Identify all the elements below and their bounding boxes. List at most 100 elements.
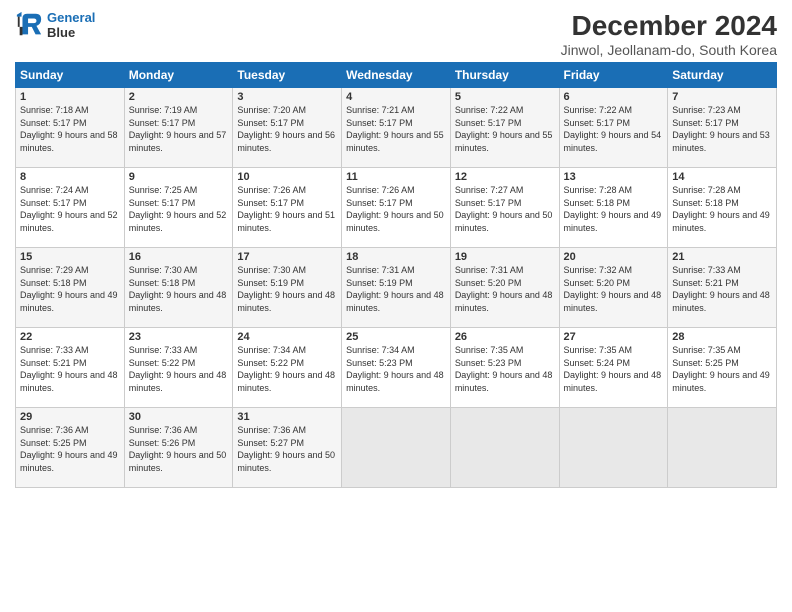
calendar-day-cell: 28Sunrise: 7:35 AMSunset: 5:25 PMDayligh… — [668, 328, 777, 408]
day-number: 15 — [20, 251, 120, 263]
day-info: Sunrise: 7:23 AMSunset: 5:17 PMDaylight:… — [672, 104, 772, 154]
calendar-day-cell: 8Sunrise: 7:24 AMSunset: 5:17 PMDaylight… — [16, 168, 125, 248]
calendar-week-row: 8Sunrise: 7:24 AMSunset: 5:17 PMDaylight… — [16, 168, 777, 248]
day-number: 4 — [346, 91, 446, 103]
day-number: 1 — [20, 91, 120, 103]
day-info: Sunrise: 7:35 AMSunset: 5:25 PMDaylight:… — [672, 344, 772, 394]
calendar-day-cell: 9Sunrise: 7:25 AMSunset: 5:17 PMDaylight… — [124, 168, 233, 248]
day-info: Sunrise: 7:35 AMSunset: 5:24 PMDaylight:… — [564, 344, 664, 394]
day-number: 23 — [129, 331, 229, 343]
calendar-day-cell: 17Sunrise: 7:30 AMSunset: 5:19 PMDayligh… — [233, 248, 342, 328]
calendar-day-cell: 24Sunrise: 7:34 AMSunset: 5:22 PMDayligh… — [233, 328, 342, 408]
title-block: December 2024 Jinwol, Jeollanam-do, Sout… — [561, 10, 777, 58]
calendar-day-cell: 18Sunrise: 7:31 AMSunset: 5:19 PMDayligh… — [342, 248, 451, 328]
day-number: 26 — [455, 331, 555, 343]
day-of-week-header: Tuesday — [233, 63, 342, 88]
calendar-day-cell: 13Sunrise: 7:28 AMSunset: 5:18 PMDayligh… — [559, 168, 668, 248]
calendar-day-cell: 1Sunrise: 7:18 AMSunset: 5:17 PMDaylight… — [16, 88, 125, 168]
calendar-day-cell: 27Sunrise: 7:35 AMSunset: 5:24 PMDayligh… — [559, 328, 668, 408]
day-number: 6 — [564, 91, 664, 103]
calendar-day-cell: 15Sunrise: 7:29 AMSunset: 5:18 PMDayligh… — [16, 248, 125, 328]
calendar-day-cell — [559, 408, 668, 488]
day-info: Sunrise: 7:28 AMSunset: 5:18 PMDaylight:… — [564, 184, 664, 234]
day-info: Sunrise: 7:34 AMSunset: 5:23 PMDaylight:… — [346, 344, 446, 394]
calendar-day-cell: 19Sunrise: 7:31 AMSunset: 5:20 PMDayligh… — [450, 248, 559, 328]
calendar-day-cell: 23Sunrise: 7:33 AMSunset: 5:22 PMDayligh… — [124, 328, 233, 408]
day-info: Sunrise: 7:26 AMSunset: 5:17 PMDaylight:… — [346, 184, 446, 234]
day-number: 18 — [346, 251, 446, 263]
day-number: 5 — [455, 91, 555, 103]
day-info: Sunrise: 7:18 AMSunset: 5:17 PMDaylight:… — [20, 104, 120, 154]
day-number: 11 — [346, 171, 446, 183]
page-container: General Blue December 2024 Jinwol, Jeoll… — [0, 0, 792, 493]
calendar-day-cell: 7Sunrise: 7:23 AMSunset: 5:17 PMDaylight… — [668, 88, 777, 168]
day-info: Sunrise: 7:19 AMSunset: 5:17 PMDaylight:… — [129, 104, 229, 154]
subtitle: Jinwol, Jeollanam-do, South Korea — [561, 42, 777, 58]
calendar-day-cell: 31Sunrise: 7:36 AMSunset: 5:27 PMDayligh… — [233, 408, 342, 488]
day-of-week-header: Sunday — [16, 63, 125, 88]
header: General Blue December 2024 Jinwol, Jeoll… — [15, 10, 777, 58]
calendar-day-cell: 3Sunrise: 7:20 AMSunset: 5:17 PMDaylight… — [233, 88, 342, 168]
day-info: Sunrise: 7:32 AMSunset: 5:20 PMDaylight:… — [564, 264, 664, 314]
calendar-day-cell: 29Sunrise: 7:36 AMSunset: 5:25 PMDayligh… — [16, 408, 125, 488]
day-info: Sunrise: 7:33 AMSunset: 5:21 PMDaylight:… — [672, 264, 772, 314]
day-of-week-header: Thursday — [450, 63, 559, 88]
day-number: 9 — [129, 171, 229, 183]
day-info: Sunrise: 7:35 AMSunset: 5:23 PMDaylight:… — [455, 344, 555, 394]
main-title: December 2024 — [561, 10, 777, 42]
day-number: 17 — [237, 251, 337, 263]
calendar-day-cell: 2Sunrise: 7:19 AMSunset: 5:17 PMDaylight… — [124, 88, 233, 168]
day-info: Sunrise: 7:27 AMSunset: 5:17 PMDaylight:… — [455, 184, 555, 234]
day-number: 3 — [237, 91, 337, 103]
day-info: Sunrise: 7:22 AMSunset: 5:17 PMDaylight:… — [455, 104, 555, 154]
day-of-week-header: Friday — [559, 63, 668, 88]
day-info: Sunrise: 7:36 AMSunset: 5:25 PMDaylight:… — [20, 424, 120, 474]
calendar-day-cell: 6Sunrise: 7:22 AMSunset: 5:17 PMDaylight… — [559, 88, 668, 168]
calendar-day-cell — [668, 408, 777, 488]
calendar-day-cell — [342, 408, 451, 488]
calendar-day-cell: 21Sunrise: 7:33 AMSunset: 5:21 PMDayligh… — [668, 248, 777, 328]
day-info: Sunrise: 7:30 AMSunset: 5:19 PMDaylight:… — [237, 264, 337, 314]
day-number: 24 — [237, 331, 337, 343]
day-info: Sunrise: 7:28 AMSunset: 5:18 PMDaylight:… — [672, 184, 772, 234]
calendar-day-cell: 10Sunrise: 7:26 AMSunset: 5:17 PMDayligh… — [233, 168, 342, 248]
day-info: Sunrise: 7:31 AMSunset: 5:19 PMDaylight:… — [346, 264, 446, 314]
day-info: Sunrise: 7:21 AMSunset: 5:17 PMDaylight:… — [346, 104, 446, 154]
day-info: Sunrise: 7:33 AMSunset: 5:22 PMDaylight:… — [129, 344, 229, 394]
day-info: Sunrise: 7:20 AMSunset: 5:17 PMDaylight:… — [237, 104, 337, 154]
calendar-week-row: 15Sunrise: 7:29 AMSunset: 5:18 PMDayligh… — [16, 248, 777, 328]
calendar-header-row: SundayMondayTuesdayWednesdayThursdayFrid… — [16, 63, 777, 88]
day-number: 16 — [129, 251, 229, 263]
day-number: 25 — [346, 331, 446, 343]
day-info: Sunrise: 7:29 AMSunset: 5:18 PMDaylight:… — [20, 264, 120, 314]
calendar-day-cell: 12Sunrise: 7:27 AMSunset: 5:17 PMDayligh… — [450, 168, 559, 248]
calendar-week-row: 29Sunrise: 7:36 AMSunset: 5:25 PMDayligh… — [16, 408, 777, 488]
day-of-week-header: Wednesday — [342, 63, 451, 88]
logo-text: General Blue — [47, 10, 95, 40]
day-number: 29 — [20, 411, 120, 423]
calendar-day-cell: 30Sunrise: 7:36 AMSunset: 5:26 PMDayligh… — [124, 408, 233, 488]
day-number: 12 — [455, 171, 555, 183]
day-number: 19 — [455, 251, 555, 263]
day-info: Sunrise: 7:30 AMSunset: 5:18 PMDaylight:… — [129, 264, 229, 314]
day-number: 30 — [129, 411, 229, 423]
day-number: 13 — [564, 171, 664, 183]
day-number: 21 — [672, 251, 772, 263]
day-info: Sunrise: 7:25 AMSunset: 5:17 PMDaylight:… — [129, 184, 229, 234]
day-info: Sunrise: 7:31 AMSunset: 5:20 PMDaylight:… — [455, 264, 555, 314]
calendar-day-cell: 14Sunrise: 7:28 AMSunset: 5:18 PMDayligh… — [668, 168, 777, 248]
day-of-week-header: Saturday — [668, 63, 777, 88]
day-number: 28 — [672, 331, 772, 343]
day-number: 14 — [672, 171, 772, 183]
day-number: 27 — [564, 331, 664, 343]
calendar-day-cell — [450, 408, 559, 488]
calendar-day-cell: 26Sunrise: 7:35 AMSunset: 5:23 PMDayligh… — [450, 328, 559, 408]
day-number: 22 — [20, 331, 120, 343]
calendar-day-cell: 16Sunrise: 7:30 AMSunset: 5:18 PMDayligh… — [124, 248, 233, 328]
day-number: 2 — [129, 91, 229, 103]
day-info: Sunrise: 7:24 AMSunset: 5:17 PMDaylight:… — [20, 184, 120, 234]
logo-icon — [15, 11, 43, 39]
day-number: 7 — [672, 91, 772, 103]
day-number: 20 — [564, 251, 664, 263]
day-info: Sunrise: 7:22 AMSunset: 5:17 PMDaylight:… — [564, 104, 664, 154]
